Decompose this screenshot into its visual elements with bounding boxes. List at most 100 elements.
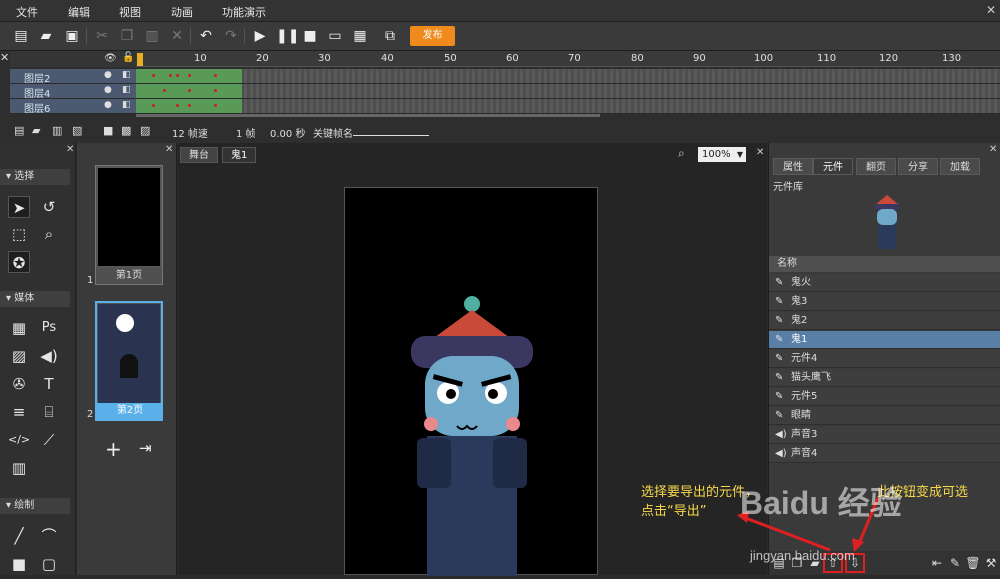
open-folder-icon[interactable]: ▰ (37, 27, 55, 45)
pause-icon[interactable]: ❚❚ (276, 27, 299, 45)
library-item[interactable]: ✎ 鬼1 (769, 331, 1000, 349)
save-icon[interactable]: ▣ (63, 27, 81, 45)
transform-icon[interactable]: ⬚ (8, 223, 30, 245)
board-icon[interactable]: ⌸ (38, 401, 60, 423)
layer-track[interactable] (136, 84, 1000, 99)
timeline-ruler[interactable]: 10 20 30 40 50 60 70 80 90 100 110 120 1… (136, 51, 1000, 67)
library-item[interactable]: ✎ 鬼火 (769, 274, 1000, 292)
lock-icon[interactable]: ◧ (122, 70, 131, 80)
undo-icon[interactable]: ↶ (197, 27, 215, 45)
cut-icon[interactable]: ✂ (93, 27, 111, 45)
paste-icon[interactable]: ▥ (143, 27, 161, 45)
delete-layer-icon[interactable]: ▥ (52, 124, 62, 137)
search-icon[interactable]: ⌕ (678, 146, 685, 161)
eye-icon[interactable]: 👁 (104, 53, 117, 64)
trash-icon[interactable]: 🗑 (965, 555, 981, 571)
new-layer-icon[interactable]: ▤ (14, 124, 24, 137)
library-item[interactable]: ✎ 元件5 (769, 388, 1000, 406)
playhead[interactable] (137, 53, 143, 66)
tab-properties[interactable]: 属性 (773, 158, 813, 175)
library-item[interactable]: ◀) 声音4 (769, 445, 1000, 463)
video-icon[interactable]: ✇ (8, 373, 30, 395)
rounded-rect-icon[interactable]: ▢ (38, 553, 60, 575)
exit-icon[interactable]: ⇤ (929, 555, 945, 571)
layer-tool-icon[interactable]: ▧ (72, 124, 82, 137)
keyframe-span[interactable] (136, 69, 242, 83)
menu-demo[interactable]: 功能演示 (222, 4, 266, 20)
lock-icon[interactable]: 🔓 (122, 52, 134, 63)
ghost-character[interactable] (345, 188, 599, 576)
library-item[interactable]: ✎ 猫头鹰飞 (769, 369, 1000, 387)
photoshop-icon[interactable]: Ps (38, 317, 60, 339)
lasso-icon[interactable]: ↺ (38, 196, 60, 218)
lock-icon[interactable]: ◧ (122, 100, 131, 110)
curve-icon[interactable]: ⌒ (38, 525, 60, 547)
library-item[interactable]: ✎ 鬼3 (769, 293, 1000, 311)
menu-edit[interactable]: 编辑 (68, 4, 90, 20)
tab-symbols[interactable]: 元件 (813, 158, 853, 175)
layer-track[interactable] (136, 69, 1000, 84)
line-icon[interactable]: ╱ (8, 525, 30, 547)
keyframe-name-field[interactable] (353, 135, 429, 136)
page-thumbnail[interactable]: 第1页 (95, 165, 163, 285)
page-thumbnail[interactable]: 第2页 (95, 301, 163, 421)
rectangle-icon[interactable]: ■ (8, 553, 30, 575)
layer-track[interactable] (136, 99, 1000, 114)
library-item[interactable]: ✎ 元件4 (769, 350, 1000, 368)
menu-file[interactable]: 文件 (16, 4, 38, 20)
copy-icon[interactable]: ❐ (118, 27, 136, 45)
layer-row[interactable]: 图层2 ● ◧ (10, 69, 136, 85)
layer-row[interactable]: 图层4 ● ◧ (10, 84, 136, 100)
preview-icon[interactable]: ▭ (326, 27, 344, 45)
zoom-icon[interactable]: ⌕ (38, 223, 60, 245)
keyframe-span[interactable] (136, 84, 242, 98)
frame-icon[interactable]: ■ (103, 124, 113, 137)
stop-icon[interactable]: ■ (301, 27, 319, 45)
tab-loading[interactable]: 加载 (940, 158, 980, 175)
close-icon[interactable]: ✕ (986, 3, 996, 17)
paragraph-icon[interactable]: ≡ (8, 401, 30, 423)
library-item[interactable]: ✎ 鬼2 (769, 312, 1000, 330)
stage-canvas[interactable] (344, 187, 599, 576)
tab-symbol[interactable]: 鬼1 (222, 147, 257, 163)
new-file-icon[interactable]: ▤ (12, 27, 30, 45)
close-icon[interactable]: ✕ (756, 147, 764, 158)
insert-page-icon[interactable]: ⇥ (139, 439, 152, 457)
eye-icon[interactable]: ● (104, 100, 112, 110)
section-draw[interactable]: ▾ 绘制 (0, 498, 70, 514)
sound-icon[interactable]: ◀) (38, 345, 60, 367)
symbol-icon[interactable]: ✪ (8, 251, 30, 273)
edit-icon[interactable]: ✎ (947, 555, 963, 571)
close-icon[interactable]: ✕ (165, 144, 173, 155)
close-icon[interactable]: ✕ (989, 144, 997, 155)
tab-pageflip[interactable]: 翻页 (856, 158, 896, 175)
section-select[interactable]: ▾ 选择 (0, 169, 70, 185)
delete-icon[interactable]: ✕ (168, 27, 186, 45)
image-icon[interactable]: ▨ (8, 345, 30, 367)
eye-icon[interactable]: ● (104, 85, 112, 95)
lock-icon[interactable]: ◧ (122, 85, 131, 95)
close-icon[interactable]: ✕ (66, 144, 74, 155)
redo-icon[interactable]: ↷ (222, 27, 240, 45)
code-icon[interactable]: </> (8, 429, 30, 451)
share-icon[interactable]: ⧉ (381, 27, 399, 45)
add-page-icon[interactable]: + (105, 437, 122, 461)
qrcode-icon[interactable]: ▦ (351, 27, 369, 45)
eye-icon[interactable]: ● (104, 70, 112, 80)
play-icon[interactable]: ▶ (251, 27, 269, 45)
zoom-select[interactable]: 100% ▼ (698, 147, 746, 162)
keyframe-icon[interactable]: ▩ (121, 124, 131, 137)
tab-stage[interactable]: 舞台 (180, 147, 218, 163)
clean-icon[interactable]: ⚒ (983, 555, 999, 571)
menu-view[interactable]: 视图 (119, 4, 141, 20)
timeline-scrollbar[interactable] (136, 114, 600, 117)
tab-share[interactable]: 分享 (898, 158, 938, 175)
publish-button[interactable]: 发布 (410, 26, 455, 46)
close-icon[interactable]: ✕ (0, 51, 10, 67)
grid-icon[interactable]: ▦ (8, 317, 30, 339)
layer-row[interactable]: 图层6 ● ◧ (10, 99, 136, 115)
select-arrow-icon[interactable]: ➤ (8, 196, 30, 218)
text-icon[interactable]: T (38, 373, 60, 395)
film-icon[interactable]: ▥ (8, 457, 30, 479)
section-media[interactable]: ▾ 媒体 (0, 291, 70, 307)
